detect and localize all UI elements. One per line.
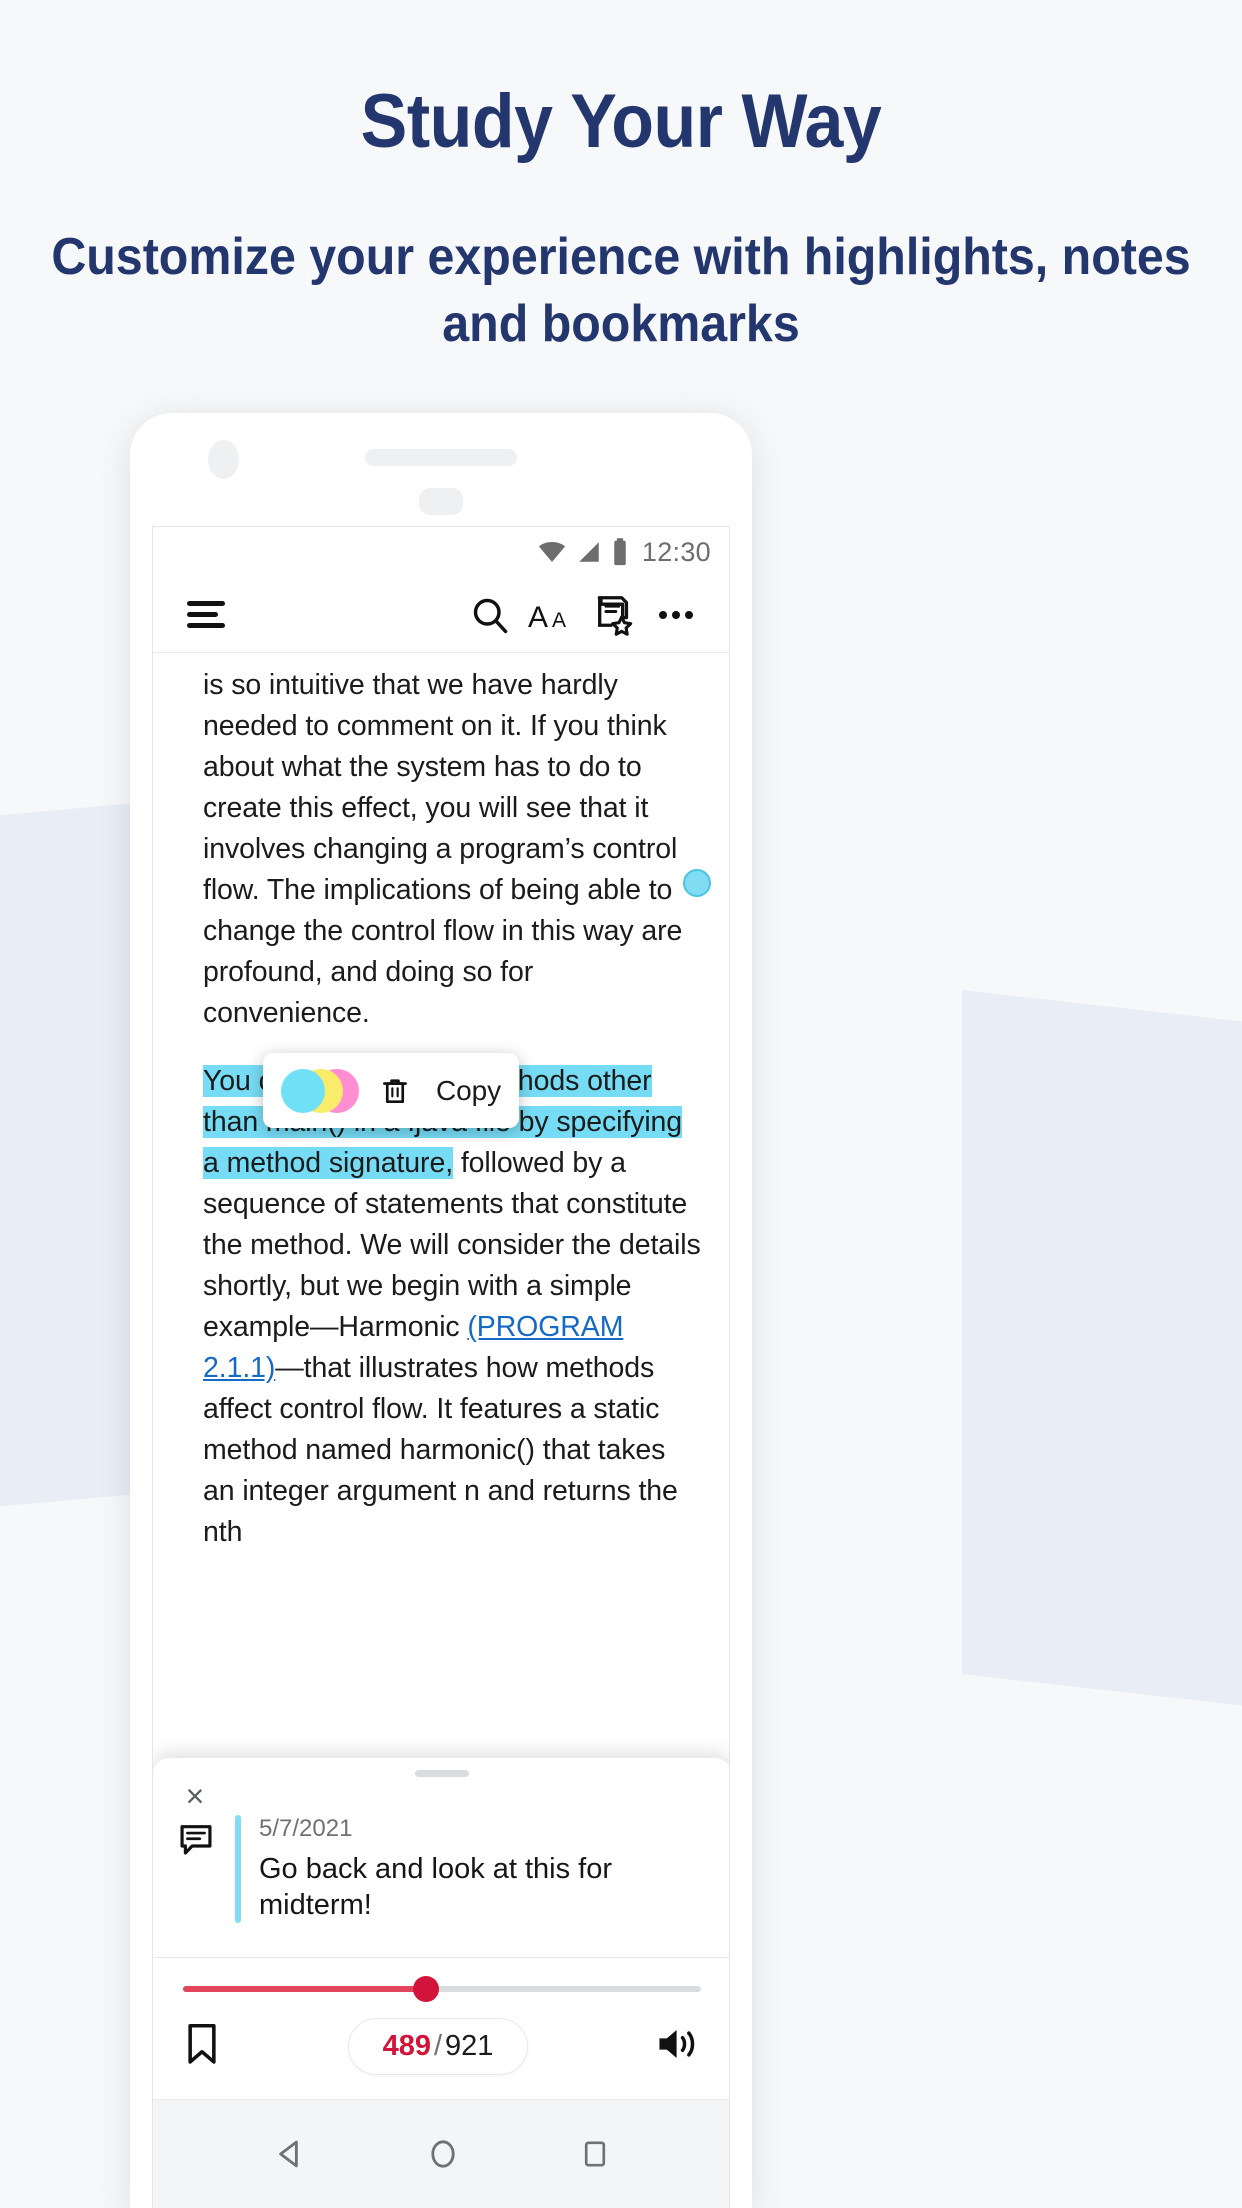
note-bottom-sheet: × 5/7/2021 Go back and look at this for … xyxy=(153,1758,729,2099)
progress-slider[interactable] xyxy=(183,1976,701,2002)
wifi-icon xyxy=(538,542,566,562)
battery-icon xyxy=(614,538,626,566)
font-size-button[interactable]: A A xyxy=(521,584,583,646)
overflow-menu-icon xyxy=(659,610,693,619)
annotations-list-button[interactable] xyxy=(583,584,645,646)
delete-highlight-button[interactable] xyxy=(369,1075,420,1107)
selection-action-popup: Copy xyxy=(263,1053,519,1128)
svg-text:A: A xyxy=(552,609,566,632)
background-band-right xyxy=(962,990,1242,1710)
overflow-menu-button[interactable] xyxy=(645,584,707,646)
annotations-list-icon xyxy=(597,595,633,636)
nav-recents-button[interactable] xyxy=(579,2138,611,2175)
phone-screen: 12:30 A A is so intuitive that we have h… xyxy=(152,526,730,2208)
reader-toolbar: A A xyxy=(153,577,729,653)
phone-mockup: 12:30 A A is so intuitive that we have h… xyxy=(130,413,752,2208)
player-controls-row: 489/921 xyxy=(179,1992,705,2099)
comment-icon xyxy=(177,1821,215,1864)
promo-header: Study Your Way Customize your experience… xyxy=(0,0,1242,359)
home-circle-icon xyxy=(431,2140,455,2168)
search-button[interactable] xyxy=(459,584,521,646)
nav-back-button[interactable] xyxy=(273,2137,307,2176)
current-page: 489 xyxy=(382,2030,431,2062)
swatch-cyan[interactable] xyxy=(281,1068,325,1113)
reader-player-bar: 489/921 xyxy=(153,1957,729,2099)
hamburger-menu-icon xyxy=(187,595,225,634)
speaker-volume-icon xyxy=(659,2030,695,2058)
back-triangle-icon xyxy=(278,2140,298,2168)
note-marker-icon[interactable] xyxy=(683,869,711,897)
book-content[interactable]: is so intuitive that we have hardly need… xyxy=(153,653,729,1553)
bookmark-button[interactable] xyxy=(183,2022,221,2071)
note-text: Go back and look at this for midterm! xyxy=(259,1853,613,1921)
copy-button[interactable]: Copy xyxy=(430,1070,501,1111)
paragraph-preceding: is so intuitive that we have hardly need… xyxy=(203,669,683,1029)
note-date: 5/7/2021 xyxy=(259,1815,353,1842)
note-accent-bar xyxy=(235,1815,241,1923)
total-pages: 921 xyxy=(445,2030,494,2062)
audio-playback-button[interactable] xyxy=(655,2023,701,2070)
front-camera-icon xyxy=(208,440,239,479)
status-bar-clock: 12:30 xyxy=(641,536,711,567)
promo-screenshot: Study Your Way Customize your experience… xyxy=(0,0,1242,2208)
highlight-color-swatches[interactable] xyxy=(281,1068,359,1113)
earpiece-speaker xyxy=(365,449,517,466)
status-bar: 12:30 xyxy=(153,527,729,577)
bookmark-icon xyxy=(188,2023,216,2064)
page-subtitle: Customize your experience with highlight… xyxy=(51,227,1191,354)
cellular-signal-icon xyxy=(579,542,599,562)
android-navigation-bar xyxy=(153,2099,729,2208)
close-icon[interactable]: × xyxy=(175,1776,215,1816)
page-title: Study Your Way xyxy=(360,79,882,164)
trash-icon xyxy=(382,1078,407,1103)
page-separator: / xyxy=(433,2030,443,2062)
sheet-drag-handle[interactable] xyxy=(415,1770,469,1777)
font-size-icon: A A xyxy=(528,601,566,634)
note-text-block: 5/7/2021 Go back and look at this for mi… xyxy=(259,1815,705,1923)
nav-home-button[interactable] xyxy=(426,2137,460,2176)
svg-text:A: A xyxy=(528,601,548,634)
page-indicator[interactable]: 489/921 xyxy=(347,2018,529,2075)
note-body: 5/7/2021 Go back and look at this for mi… xyxy=(235,1815,705,1923)
recents-square-icon xyxy=(585,2141,606,2167)
paragraph-highlighted: You can define static methods other than… xyxy=(203,1065,701,1548)
search-icon xyxy=(473,598,508,633)
progress-slider-knob[interactable] xyxy=(413,1976,440,2002)
note-item[interactable]: 5/7/2021 Go back and look at this for mi… xyxy=(153,1777,729,1957)
progress-slider-fill xyxy=(183,1986,427,1992)
hamburger-menu-button[interactable] xyxy=(175,584,237,646)
proximity-sensor xyxy=(419,488,463,515)
